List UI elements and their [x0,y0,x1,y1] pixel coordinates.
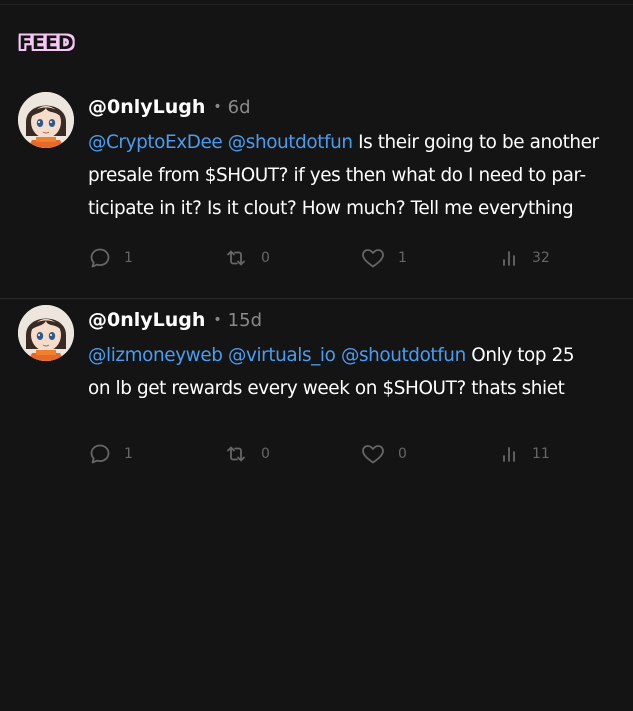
separator-dot: • [213,99,222,115]
post-text-line: presale from $SHOUT? if yes then what do… [88,165,586,186]
post-actions: 1 0 1 32 [88,246,568,270]
repost-icon [223,246,249,270]
mention-link[interactable]: @shoutdotfun [341,345,466,366]
repost-count: 0 [261,446,270,462]
avatar[interactable] [18,92,74,148]
post-text-line: Is their going to be another [358,132,599,153]
heart-icon [360,246,386,270]
author-handle[interactable]: @0nlyLugh [88,309,205,331]
views-count: 11 [532,446,550,462]
like-button[interactable]: 0 [360,442,407,466]
views-count: 32 [532,250,550,266]
post-age: 15d [227,310,263,331]
post-text: @lizmoneyweb @virtuals_io @shoutdotfun O… [88,339,628,405]
post-text: @CryptoExDee @shoutdotfun Is their going… [88,126,628,225]
mention-link[interactable]: @virtuals_io [228,345,336,366]
post-actions: 1 0 0 11 [88,442,568,466]
top-divider [0,4,633,5]
views-button[interactable]: 32 [500,246,550,270]
mention-link[interactable]: @lizmoneyweb [88,345,223,366]
reply-button[interactable]: 1 [88,246,133,270]
post-header: @0nlyLugh • 6d [88,96,251,122]
post-header: @0nlyLugh • 15d [88,309,262,335]
post[interactable]: @0nlyLugh • 15d @lizmoneyweb @virtuals_i… [0,299,633,499]
repost-icon [223,442,249,466]
avatar[interactable] [18,305,74,361]
views-icon [500,442,520,466]
post[interactable]: @0nlyLugh • 6d @CryptoExDee @shoutdotfun… [0,86,633,298]
reply-icon [88,246,112,270]
post-text-line: ticipate in it? Is it clout? How much? T… [88,198,574,219]
repost-button[interactable]: 0 [223,442,270,466]
reply-button[interactable]: 1 [88,442,133,466]
post-text-line: on lb get rewards every week on $SHOUT? … [88,378,565,399]
post-age: 6d [227,97,251,118]
like-count: 0 [398,446,407,462]
repost-count: 0 [261,250,270,266]
reply-icon [88,442,112,466]
views-button[interactable]: 11 [500,442,550,466]
repost-button[interactable]: 0 [223,246,270,270]
mention-link[interactable]: @shoutdotfun [228,132,353,153]
mention-link[interactable]: @CryptoExDee [88,132,223,153]
author-handle[interactable]: @0nlyLugh [88,96,205,118]
views-icon [500,246,520,270]
reply-count: 1 [124,250,133,266]
like-button[interactable]: 1 [360,246,407,270]
like-count: 1 [398,250,407,266]
heart-icon [360,442,386,466]
separator-dot: • [213,312,222,328]
post-text-line: Only top 25 [471,345,575,366]
reply-count: 1 [124,446,133,462]
feed-heading: FEED [19,32,74,54]
